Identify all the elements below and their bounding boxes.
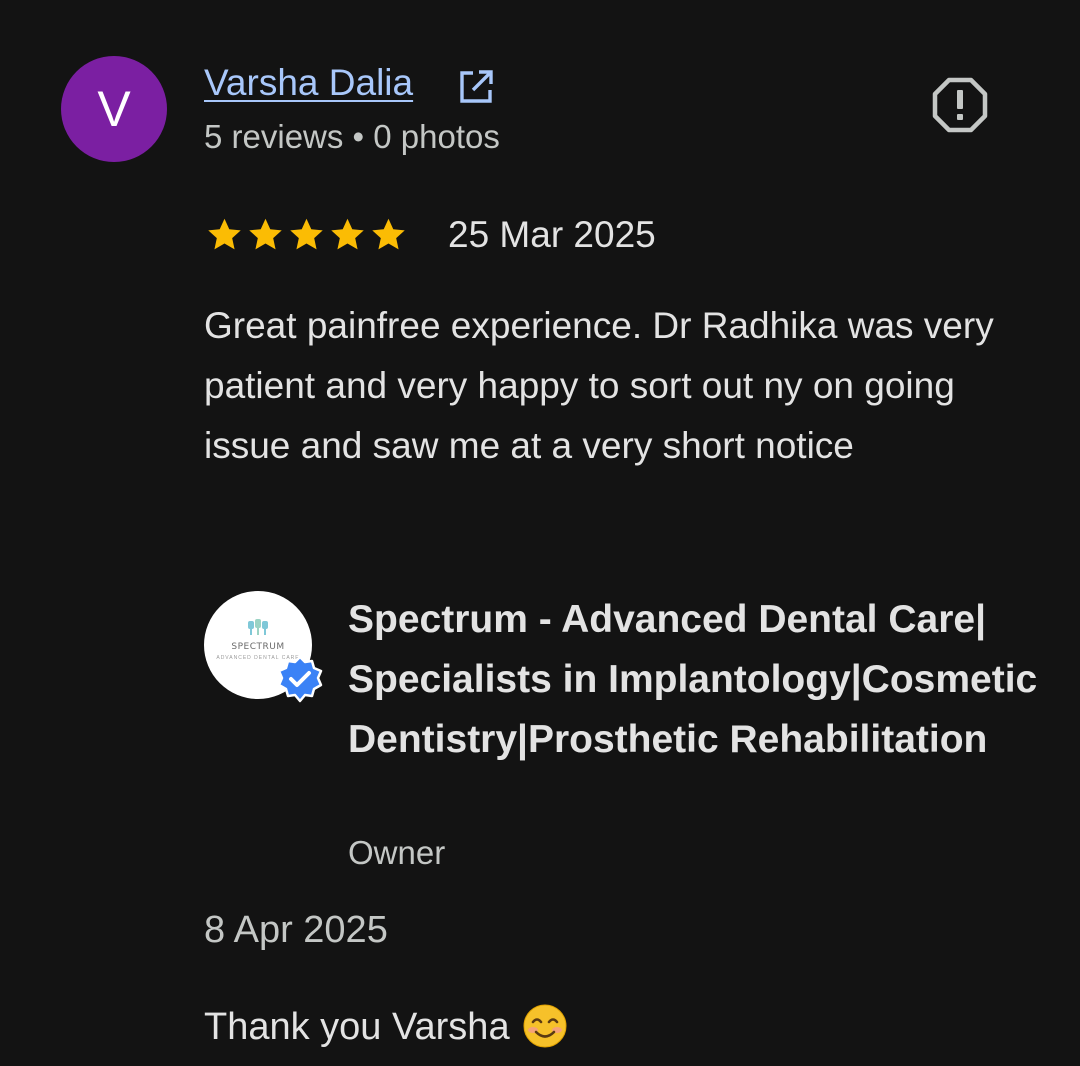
logo-text: SPECTRUM bbox=[231, 642, 285, 652]
reviewer-name-link[interactable]: Varsha Dalia bbox=[204, 62, 413, 104]
review-text: Great painfree experience. Dr Radhika wa… bbox=[204, 305, 994, 466]
logo-mark-icon bbox=[248, 619, 268, 635]
star-rating bbox=[204, 213, 409, 257]
owner-business-name[interactable]: Spectrum - Advanced Dental Care| Special… bbox=[348, 590, 1048, 770]
reply-text-container: Thank you Varsha bbox=[204, 1004, 568, 1049]
reviewer-avatar[interactable]: V bbox=[61, 56, 167, 162]
verified-badge-icon bbox=[277, 655, 323, 703]
reviewer-meta: 5 reviews • 0 photos bbox=[204, 118, 500, 155]
star-icon bbox=[208, 218, 241, 250]
smiling-face-emoji-icon bbox=[523, 1004, 567, 1048]
report-icon[interactable] bbox=[930, 75, 990, 135]
star-icon bbox=[290, 218, 323, 250]
star-icon bbox=[331, 218, 364, 250]
owner-role: Owner bbox=[348, 834, 446, 871]
star-icon bbox=[372, 218, 405, 250]
external-link-icon[interactable] bbox=[456, 67, 496, 107]
reply-date: 8 Apr 2025 bbox=[204, 909, 388, 951]
reply-text: Thank you Varsha bbox=[204, 1005, 510, 1048]
review-date: 25 Mar 2025 bbox=[448, 214, 656, 255]
star-icon bbox=[249, 218, 282, 250]
